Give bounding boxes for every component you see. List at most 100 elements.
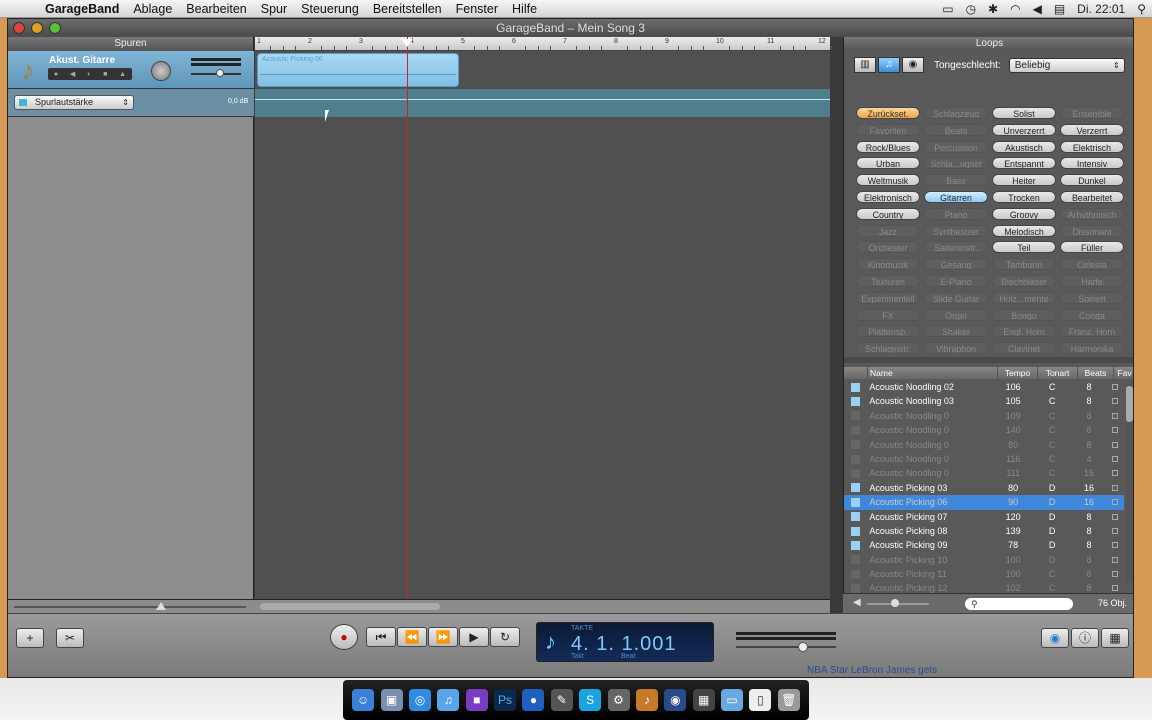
play-button[interactable]: ▶: [459, 627, 489, 647]
timeline-ruler[interactable]: 1 2 3 4 5 6 7 8 9 10 11 12: [255, 37, 858, 51]
keyword-button[interactable]: Teil: [992, 241, 1056, 254]
minimize-button[interactable]: [31, 22, 43, 34]
mute-icon[interactable]: ◀: [70, 70, 75, 78]
skype-icon[interactable]: S: [579, 689, 602, 711]
add-track-button[interactable]: +: [16, 628, 44, 648]
preview-icon[interactable]: ▣: [380, 689, 403, 711]
flag-icon[interactable]: ▤: [1054, 2, 1065, 16]
menu-steuerung[interactable]: Steuerung: [294, 2, 366, 16]
finder-icon[interactable]: ☺: [352, 689, 375, 711]
instruments-icon[interactable]: ✎: [550, 689, 573, 711]
cycle-button[interactable]: ↻: [490, 627, 520, 647]
favorite-checkbox[interactable]: [1107, 380, 1125, 394]
loop-row[interactable]: Acoustic Picking 07 120 D 8: [844, 510, 1124, 524]
safari-icon[interactable]: ◎: [408, 689, 431, 711]
automation-select[interactable]: Spurlautstärke ⇕: [14, 95, 134, 110]
utility-icon[interactable]: ⚙: [607, 689, 630, 711]
grid-view-button[interactable]: ▥: [854, 57, 876, 73]
arrange-area[interactable]: 1 2 3 4 5 6 7 8 9 10 11 12 Acoustic Picking 06: [255, 37, 858, 599]
scroll-thumb[interactable]: [260, 603, 440, 610]
quicktime-icon[interactable]: ◉: [664, 689, 687, 711]
keyword-button[interactable]: Elektrisch: [1060, 140, 1124, 153]
rewind-button[interactable]: ⏪: [397, 627, 427, 647]
automation-lane[interactable]: [255, 89, 830, 117]
favorite-checkbox[interactable]: [1107, 481, 1125, 495]
loop-row[interactable]: Acoustic Noodling 0 109 C 8: [844, 409, 1124, 423]
loop-row[interactable]: Acoustic Noodling 02 106 C 8: [844, 380, 1124, 394]
keyword-button[interactable]: Elektronisch: [856, 190, 920, 203]
close-button[interactable]: [13, 22, 25, 34]
keyword-button[interactable]: Weltmusik: [856, 174, 920, 187]
solo-icon[interactable]: ◐: [87, 71, 91, 78]
favorite-checkbox[interactable]: [1107, 409, 1125, 423]
keyword-button[interactable]: Heiter: [992, 174, 1056, 187]
editor-button[interactable]: ✂: [56, 628, 84, 648]
keyword-button[interactable]: Intensiv: [1060, 157, 1124, 170]
playhead-handle[interactable]: [401, 39, 413, 47]
keyword-button[interactable]: Unverzerrt: [992, 123, 1056, 136]
menu-hilfe[interactable]: Hilfe: [505, 2, 544, 16]
master-volume-track[interactable]: [736, 646, 836, 648]
keyword-button[interactable]: Country: [856, 207, 920, 220]
loop-row[interactable]: Acoustic Noodling 0 116 C 4: [844, 452, 1124, 466]
keyword-button[interactable]: Entspannt: [992, 157, 1056, 170]
zoom-button[interactable]: [49, 22, 61, 34]
automation-checkbox[interactable]: [19, 99, 27, 106]
photoshop-icon[interactable]: Ps: [494, 689, 517, 711]
keyword-button[interactable]: Groovy: [992, 207, 1056, 220]
trash-icon[interactable]: 🗑: [777, 689, 800, 711]
loop-browser-button[interactable]: ◉: [1041, 628, 1069, 648]
playhead[interactable]: [407, 37, 408, 599]
info-button[interactable]: ⓘ: [1071, 628, 1099, 648]
keyword-button[interactable]: Füller: [1060, 241, 1124, 254]
keyword-button[interactable]: Dunkel: [1060, 174, 1124, 187]
loop-search-input[interactable]: ⚲: [965, 598, 1073, 610]
app-icon[interactable]: ■: [465, 689, 488, 711]
loop-row[interactable]: Acoustic Noodling 03 105 C 8: [844, 394, 1124, 408]
keyword-button[interactable]: Trocken: [992, 190, 1056, 203]
loop-row[interactable]: Acoustic Picking 09 78 D 8: [844, 538, 1124, 552]
track-header[interactable]: ♪ Akust. Gitarre ● ◀ ◐ ■ ▲: [8, 51, 254, 89]
lock-icon[interactable]: ■: [103, 71, 107, 78]
favorite-checkbox[interactable]: [1107, 567, 1125, 581]
loop-row[interactable]: Acoustic Noodling 0 80 C 8: [844, 438, 1124, 452]
spotlight-icon[interactable]: ⚲: [1137, 2, 1146, 16]
menu-bereitstellen[interactable]: Bereitstellen: [366, 2, 449, 16]
loop-row[interactable]: Acoustic Noodling 0 140 C 8: [844, 423, 1124, 437]
media-browser-button[interactable]: ▦: [1101, 628, 1129, 648]
loop-row[interactable]: Acoustic Picking 11 100 C 8: [844, 567, 1124, 581]
loop-row[interactable]: Acoustic Noodling 0 111 C 16: [844, 466, 1124, 480]
track-volume-knob[interactable]: [216, 69, 224, 77]
browser-splitter[interactable]: [844, 357, 1133, 363]
favorite-checkbox[interactable]: [1107, 423, 1125, 437]
track-name[interactable]: Akust. Gitarre: [49, 55, 115, 66]
keyword-button[interactable]: Akustisch: [992, 140, 1056, 153]
favorite-checkbox[interactable]: [1107, 452, 1125, 466]
master-volume-knob[interactable]: [798, 642, 808, 652]
itunes-icon[interactable]: ♫: [437, 689, 460, 711]
garageband-icon[interactable]: ♪: [635, 689, 658, 711]
pan-knob[interactable]: [151, 61, 171, 81]
rewind-to-start-button[interactable]: ⏮: [366, 627, 396, 647]
favorite-checkbox[interactable]: [1107, 394, 1125, 408]
volume-icon[interactable]: ◀: [1033, 2, 1042, 16]
scale-select[interactable]: Beliebig ⇕: [1008, 57, 1125, 73]
favorite-checkbox[interactable]: [1107, 466, 1125, 480]
loop-row[interactable]: Acoustic Picking 06 90 D 16: [844, 495, 1124, 510]
menu-fenster[interactable]: Fenster: [449, 2, 505, 16]
system-icon[interactable]: ●: [522, 689, 545, 711]
note-icon[interactable]: ♪: [545, 629, 556, 655]
favorite-checkbox[interactable]: [1107, 524, 1125, 538]
loop-row[interactable]: Acoustic Picking 10 100 D 8: [844, 553, 1124, 567]
loop-list-scroll-thumb[interactable]: [1126, 386, 1133, 422]
menu-bearbeiten[interactable]: Bearbeiten: [179, 2, 253, 16]
folder-icon[interactable]: ▭: [721, 689, 744, 711]
column-name[interactable]: Name: [868, 367, 998, 379]
keyword-button[interactable]: Zurückset.: [856, 107, 920, 119]
keyword-button[interactable]: Verzerrt: [1060, 123, 1124, 136]
automation-icon[interactable]: ▲: [119, 71, 126, 78]
music-view-button[interactable]: ♫: [878, 57, 900, 73]
keyword-button[interactable]: Solist: [992, 107, 1056, 119]
bluetooth-icon[interactable]: ✱: [988, 2, 998, 16]
camera-icon[interactable]: ▭: [942, 2, 953, 16]
